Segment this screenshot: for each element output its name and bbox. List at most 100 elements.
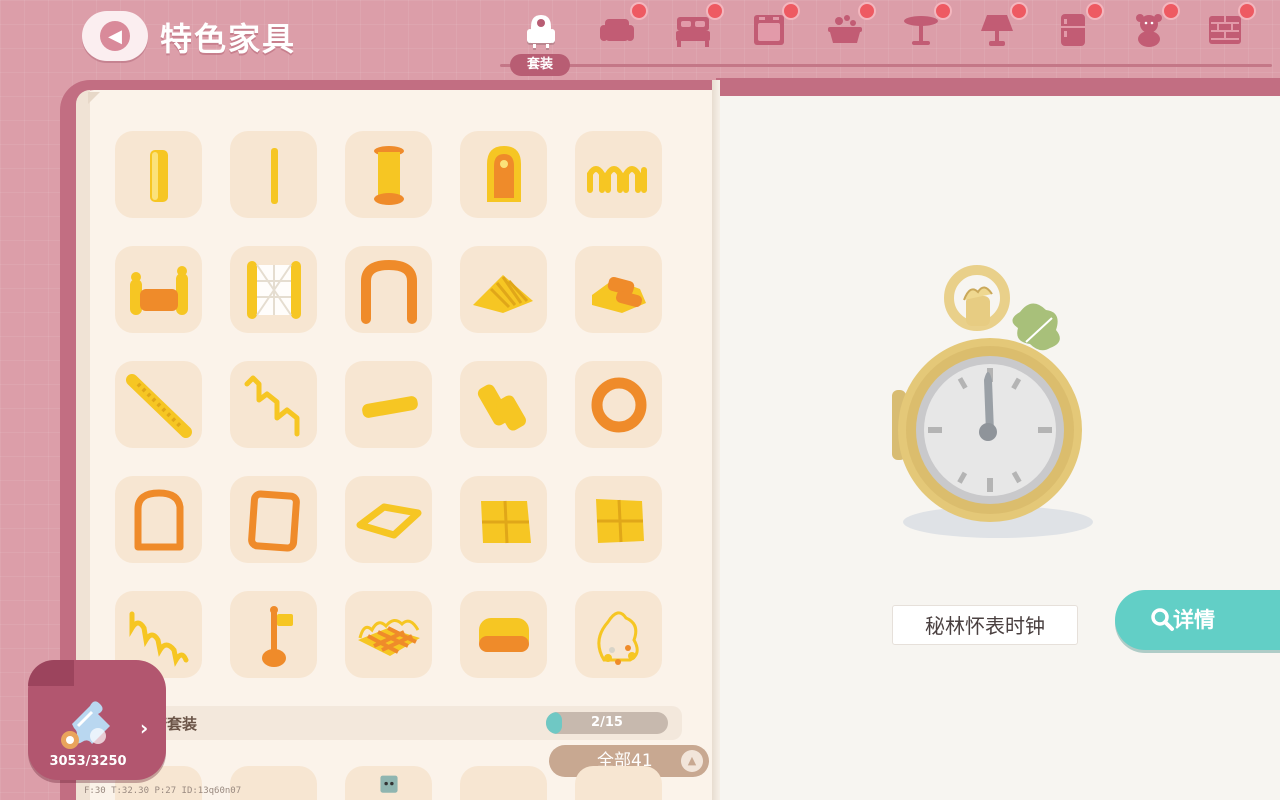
furniture-slot[interactable] [115,246,202,333]
bathtub-icon [828,15,862,43]
tab-decor[interactable] [1124,2,1180,52]
furniture-slot[interactable] [460,766,547,800]
furniture-slot[interactable] [345,591,432,678]
debug-info: F:30 T:32.30 P:27 ID:13q60n07 [84,786,242,796]
furniture-slot[interactable] [230,246,317,333]
arched-door-icon [486,145,521,202]
tab-bathroom[interactable] [820,2,876,52]
pocket-watch-preview [892,265,1093,538]
wavy-fence-icon [586,165,647,193]
spool-column-icon [373,145,404,205]
chevron-right-icon: › [140,716,149,740]
furniture-slot[interactable] [345,246,432,333]
collection-points-badge[interactable]: › 3053/3250 [28,660,166,780]
furniture-slot[interactable] [575,476,662,563]
furniture-slot[interactable] [230,766,317,800]
soft-steps-icon [591,276,646,313]
furniture-slot[interactable] [575,131,662,218]
furniture-slot[interactable] [230,476,317,563]
tab-set-label: 套装 [510,54,570,76]
furniture-slot[interactable] [460,131,547,218]
bouncy-sofa-icon [129,265,188,315]
back-arrow-icon: ◀ [100,21,130,51]
armchair-set-icon [527,15,555,48]
furniture-slot[interactable] [460,591,547,678]
notification-dot [630,2,648,20]
notification-dot [782,2,800,20]
cushion-mat-icon [595,498,644,543]
notification-dot [858,2,876,20]
net-wall-icon [246,260,301,319]
flat-ring-icon [356,503,421,538]
tab-fridge[interactable] [1048,2,1104,52]
furniture-slot[interactable] [115,131,202,218]
progress-track: 2/15 [546,712,668,734]
page-title: 特色家具 [160,20,297,58]
tab-wall[interactable] [1200,2,1256,52]
notification-dot [1238,2,1256,20]
item-name: 秘林怀表时钟 [892,605,1078,645]
fridge-icon [1061,14,1085,46]
yellow-pillar-icon [149,149,168,202]
robot-block-icon [379,775,398,793]
furniture-slot[interactable] [230,591,317,678]
bubble-hoop-icon [596,610,639,665]
furniture-slot[interactable] [115,361,202,448]
category-underline [500,64,1272,67]
furniture-slot[interactable] [575,766,662,800]
tab-sofa[interactable] [592,2,648,52]
furniture-slot[interactable] [460,361,547,448]
book-spine [712,80,720,800]
page-curl-icon [88,92,100,104]
balance-beam-icon [361,395,418,418]
furniture-slot[interactable] [345,766,432,800]
category-bar: 套装 [500,0,1280,80]
tab-set[interactable] [516,8,566,52]
progress-text: 2/15 [591,715,623,730]
zigzag-rail-icon [244,375,299,436]
furniture-slot[interactable] [230,131,317,218]
furniture-slot[interactable] [460,476,547,563]
wavy-rail-icon [129,611,188,667]
furniture-slot[interactable] [115,476,202,563]
tab-bed[interactable] [668,2,724,52]
curved-frame-icon [134,489,183,550]
furniture-slot[interactable] [230,361,317,448]
furniture-slot[interactable] [460,246,547,333]
tab-lamp[interactable] [972,2,1028,52]
checker-platform-icon [357,618,420,656]
badge-flap [28,660,74,686]
teddy-bear-icon [1136,14,1162,47]
soft-block-slide-icon [477,384,526,431]
climbing-ramp-icon [472,274,533,313]
flag-post-icon [261,605,293,667]
square-frame-icon [247,490,300,551]
furniture-slot[interactable] [345,476,432,563]
chevron-up-icon: ▲ [681,750,703,772]
furniture-slot[interactable] [575,591,662,678]
tab-table[interactable] [896,2,952,52]
collection-points-count: 3053/3250 [49,754,127,769]
notification-dot [1010,2,1028,20]
set-progress-bar[interactable]: 糖套装 2/15 [120,706,682,740]
search-icon [1151,608,1174,631]
cushion-mat-icon [480,500,531,543]
furniture-slot[interactable] [345,361,432,448]
back-button[interactable]: ◀ [82,11,148,61]
details-button[interactable]: 详情 [1115,590,1280,650]
brick-wall-icon [1209,16,1241,44]
notification-dot [1162,2,1180,20]
notification-dot [706,2,724,20]
notification-dot [1086,2,1104,20]
sofa-icon [600,19,634,41]
furniture-slot[interactable] [345,131,432,218]
furniture-slot[interactable] [575,361,662,448]
tab-cabinet[interactable] [744,2,800,52]
ladder-slide-icon [125,373,192,438]
notification-dot [934,2,952,20]
puzzle-piece-icon [61,701,110,749]
details-label: 详情 [1173,608,1215,632]
thin-pole-icon [270,147,278,204]
cabinet-icon [754,15,784,45]
furniture-slot[interactable] [575,246,662,333]
